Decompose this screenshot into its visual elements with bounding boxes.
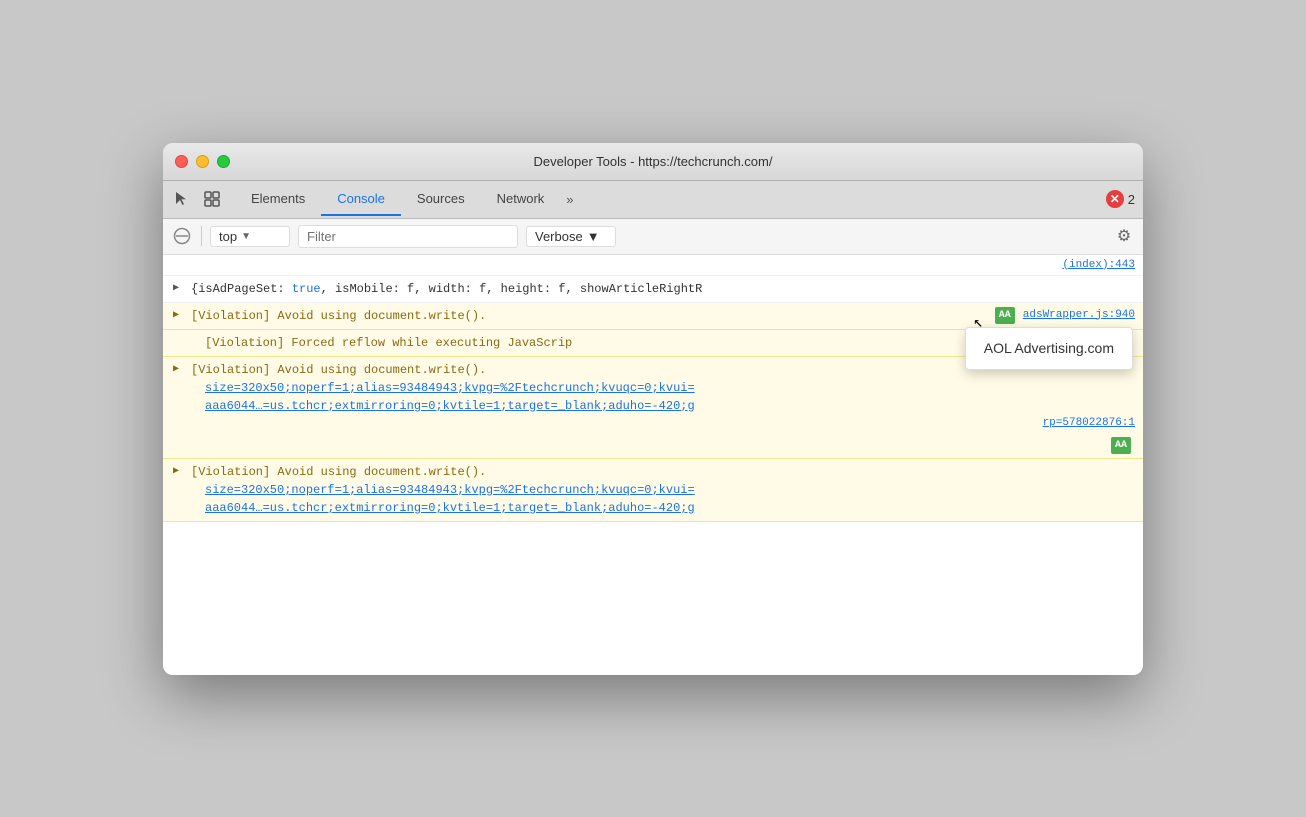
aa-badge-4: AA	[1111, 437, 1131, 454]
aa-badge-area-4: AA	[163, 435, 1143, 458]
console-row-2: ▶ [Violation] Avoid using document.write…	[163, 303, 1143, 330]
filter-input[interactable]	[298, 225, 518, 248]
cursor-pointer: ↖	[973, 311, 983, 335]
row-arrow-2[interactable]: ▶	[173, 308, 179, 323]
tooltip-aol: AOL Advertising.com	[965, 327, 1133, 370]
maximize-button[interactable]	[217, 155, 230, 168]
error-count: 2	[1128, 192, 1135, 207]
context-label: top	[219, 229, 237, 244]
row-subline-5a[interactable]: size=320x50;noperf=1;alias=93484943;kvpg…	[163, 481, 1143, 499]
row-arrow-5[interactable]: ▶	[173, 464, 179, 479]
inspect-icon[interactable]	[201, 188, 223, 210]
console-source-line: (index):443	[163, 255, 1143, 276]
row-text-1: {isAdPageSet: true, isMobile: f, width: …	[191, 280, 1135, 298]
clear-console-button[interactable]	[171, 225, 193, 247]
verbose-label: Verbose	[535, 229, 583, 244]
close-button[interactable]	[175, 155, 188, 168]
console-content: (index):443 ▶ {isAdPageSet: true, isMobi…	[163, 255, 1143, 675]
context-selector[interactable]: top ▼	[210, 226, 290, 247]
tooltip-text: AOL Advertising.com	[984, 340, 1114, 356]
console-row-1: ▶ {isAdPageSet: true, isMobile: f, width…	[163, 276, 1143, 303]
toolbar-divider	[201, 226, 202, 246]
aa-badge-1: AA	[995, 307, 1015, 324]
settings-button[interactable]: ⚙	[1113, 225, 1135, 247]
tabs-bar: Elements Console Sources Network » ✕ 2	[163, 181, 1143, 219]
row-text-2: [Violation] Avoid using document.write()…	[191, 307, 991, 325]
traffic-lights	[175, 155, 230, 168]
console-row-5: ▶ [Violation] Avoid using document.write…	[163, 459, 1143, 522]
error-icon: ✕	[1106, 190, 1124, 208]
row-subline-5b[interactable]: aaa6044…=us.tchcr;extmirroring=0;kvtile=…	[163, 499, 1143, 521]
tab-sources[interactable]: Sources	[401, 183, 481, 216]
toolbar-icons	[171, 188, 223, 210]
row-source-2[interactable]: adsWrapper.js:940	[1023, 307, 1135, 324]
console-toolbar: top ▼ Verbose ▼ ⚙	[163, 219, 1143, 255]
verbose-chevron: ▼	[587, 229, 600, 244]
index-source-link[interactable]: (index):443	[1062, 259, 1135, 271]
row-source-4[interactable]: rp=578022876:1	[163, 415, 1143, 436]
devtools-window: Developer Tools - https://techcrunch.com…	[163, 143, 1143, 675]
minimize-button[interactable]	[196, 155, 209, 168]
row-arrow-4[interactable]: ▶	[173, 362, 179, 377]
tab-console[interactable]: Console	[321, 183, 401, 216]
console-row-4: ▶ [Violation] Avoid using document.write…	[163, 357, 1143, 460]
error-badge-area: ✕ 2	[1106, 190, 1135, 208]
row-subline-4a[interactable]: size=320x50;noperf=1;alias=93484943;kvpg…	[163, 379, 1143, 397]
verbose-selector[interactable]: Verbose ▼	[526, 226, 616, 247]
row-subline-4b[interactable]: aaa6044…=us.tchcr;extmirroring=0;kvtile=…	[163, 397, 1143, 415]
context-chevron: ▼	[241, 231, 251, 242]
tab-network[interactable]: Network	[481, 183, 561, 216]
more-tabs-button[interactable]: »	[560, 184, 579, 215]
tab-elements[interactable]: Elements	[235, 183, 321, 216]
row-arrow-1[interactable]: ▶	[173, 281, 179, 296]
window-title: Developer Tools - https://techcrunch.com…	[534, 154, 773, 169]
cursor-icon[interactable]	[171, 188, 193, 210]
titlebar: Developer Tools - https://techcrunch.com…	[163, 143, 1143, 181]
